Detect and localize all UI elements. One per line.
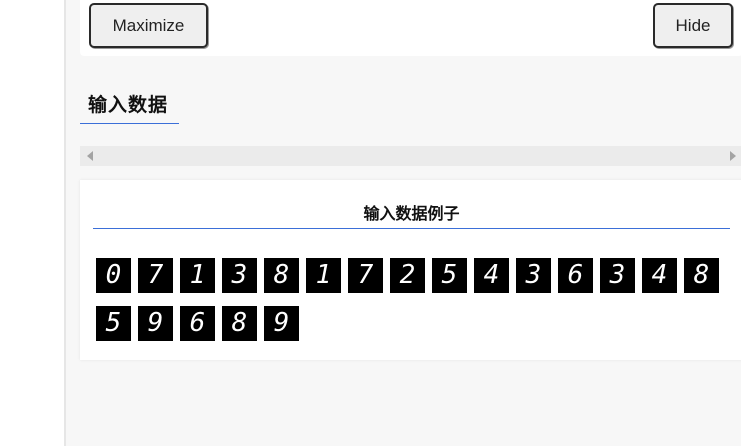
hide-button[interactable]: Hide <box>653 3 733 48</box>
digit-image: 8 <box>264 258 299 293</box>
digit-image: 9 <box>138 306 173 341</box>
digit-image: 2 <box>390 258 425 293</box>
input-example-card: 输入数据例子 0 7 1 3 8 1 7 2 5 4 3 6 3 4 8 5 9… <box>80 180 741 360</box>
digit-image: 4 <box>642 258 677 293</box>
card-title-underline <box>93 228 730 229</box>
digit-image: 1 <box>306 258 341 293</box>
left-gutter <box>0 0 64 446</box>
digit-image: 3 <box>516 258 551 293</box>
digit-image: 7 <box>138 258 173 293</box>
digit-image: 0 <box>96 258 131 293</box>
digit-image-grid: 0 7 1 3 8 1 7 2 5 4 3 6 3 4 8 5 9 6 8 9 <box>96 258 736 341</box>
horizontal-scrollbar[interactable] <box>80 146 741 166</box>
digit-image: 8 <box>222 306 257 341</box>
card-title: 输入数据例子 <box>363 204 460 223</box>
digit-image: 4 <box>474 258 509 293</box>
main-panel: Maximize Hide 输入数据 输入数据例子 0 7 1 3 8 1 7 … <box>64 0 741 446</box>
scroll-left-arrow-icon[interactable] <box>87 151 93 161</box>
digit-image: 6 <box>180 306 215 341</box>
digit-image: 5 <box>96 306 131 341</box>
digit-image: 1 <box>180 258 215 293</box>
maximize-button[interactable]: Maximize <box>89 3 208 48</box>
digit-image: 3 <box>222 258 257 293</box>
toolbar-card: Maximize Hide <box>80 0 741 56</box>
section-title-underline <box>80 123 179 124</box>
digit-image: 3 <box>600 258 635 293</box>
digit-image: 9 <box>264 306 299 341</box>
digit-image: 7 <box>348 258 383 293</box>
digit-image: 6 <box>558 258 593 293</box>
section-title: 输入数据 <box>88 94 169 116</box>
digit-image: 8 <box>684 258 719 293</box>
scroll-right-arrow-icon[interactable] <box>730 151 736 161</box>
digit-image: 5 <box>432 258 467 293</box>
